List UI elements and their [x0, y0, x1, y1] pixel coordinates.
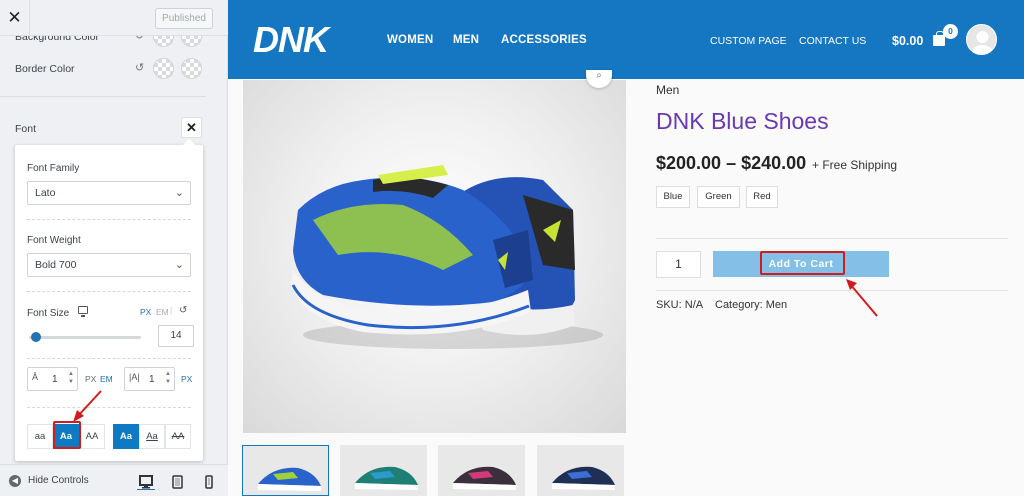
font-family-select[interactable]: Lato ⌄ — [27, 181, 191, 205]
publish-button[interactable]: Published — [155, 8, 213, 29]
shoe-thumbnail-image — [243, 446, 328, 495]
nav-men[interactable]: MEN — [453, 34, 479, 46]
quantity-input[interactable]: 1 — [656, 251, 701, 278]
border-hover-color-swatch[interactable] — [181, 58, 202, 79]
product-thumbnail[interactable] — [537, 445, 624, 496]
sku-value: N/A — [684, 299, 704, 311]
product-thumbnail[interactable] — [242, 445, 329, 496]
customizer-footer: ◀ Hide Controls — [0, 464, 228, 496]
divider — [656, 290, 1008, 291]
unit-px-button[interactable]: PX — [140, 307, 151, 317]
nav-contact-us[interactable]: CONTACT US — [799, 35, 866, 47]
slider-handle[interactable] — [30, 332, 41, 342]
border-color-swatch[interactable] — [153, 58, 174, 79]
font-settings-panel: Font Family Lato ⌄ Font Weight Bold 700 … — [15, 139, 203, 461]
shoe-thumbnail-image — [340, 445, 427, 496]
border-color-label: Border Color — [15, 63, 75, 75]
nav-women[interactable]: WOMEN — [387, 34, 433, 46]
variation-red[interactable]: Red — [746, 186, 778, 208]
variation-blue[interactable]: Blue — [656, 186, 690, 208]
stepper-arrows-icon[interactable]: ▲ ▼ — [165, 370, 171, 386]
strikethrough-button[interactable]: AA — [165, 424, 191, 449]
unit-separator: | — [170, 305, 173, 315]
nav-custom-page[interactable]: CUSTOM PAGE — [710, 35, 787, 47]
lowercase-button[interactable]: aa — [27, 424, 53, 449]
avatar[interactable] — [966, 24, 997, 55]
stepper-arrows-icon[interactable]: ▲ ▼ — [68, 370, 74, 386]
font-size-input[interactable]: 14 — [158, 325, 194, 347]
font-weight-value: Bold 700 — [35, 259, 77, 271]
underline-button[interactable]: Aa — [139, 424, 165, 449]
nav-accessories[interactable]: ACCESSORIES — [501, 34, 587, 46]
letter-spacing-stepper[interactable]: |A| 1 ▲ ▼ — [124, 367, 175, 391]
category-link[interactable]: Men — [766, 299, 787, 311]
highlight-box — [53, 421, 81, 449]
tablet-icon[interactable] — [166, 474, 188, 490]
line-height-value: 1 — [52, 374, 58, 385]
divider — [656, 238, 1008, 239]
hide-controls-button[interactable]: Hide Controls — [28, 475, 89, 486]
collapse-icon[interactable]: ◀ — [9, 475, 21, 487]
letter-spacing-value: 1 — [149, 374, 155, 385]
site-header: DNK WOMEN MEN ACCESSORIES CUSTOM PAGE CO… — [228, 0, 1024, 79]
shoe-thumbnail-image — [438, 445, 525, 496]
font-size-slider[interactable] — [29, 336, 141, 339]
font-size-label: Font Size — [27, 308, 70, 319]
font-close-icon[interactable]: ✕ — [181, 117, 202, 138]
product-thumbnail[interactable] — [340, 445, 427, 496]
shipping-note: + Free Shipping — [812, 158, 898, 172]
variation-green[interactable]: Green — [697, 186, 740, 208]
letter-spacing-icon: |A| — [129, 372, 140, 382]
shoe-image — [291, 165, 603, 349]
section-divider — [0, 96, 206, 97]
font-family-label: Font Family — [27, 163, 80, 174]
cart-count-badge: 0 — [943, 24, 958, 39]
category-line: Category: Men — [715, 299, 787, 311]
text-decoration-group: Aa Aa AA — [113, 424, 191, 449]
line-height-unit-em[interactable]: EM — [100, 374, 113, 384]
no-decoration-button[interactable]: Aa — [113, 424, 139, 449]
reset-icon[interactable]: ↺ — [135, 61, 144, 74]
site-preview: DNK WOMEN MEN ACCESSORIES CUSTOM PAGE CO… — [228, 0, 1024, 496]
font-family-value: Lato — [35, 187, 56, 199]
desktop-icon[interactable] — [78, 306, 88, 317]
border-color-row: Border Color ↺ — [15, 58, 215, 80]
category-label: Category: — [715, 299, 763, 311]
desktop-icon[interactable] — [135, 474, 157, 490]
font-section-label: Font — [15, 123, 37, 135]
site-logo[interactable]: DNK — [253, 19, 329, 61]
font-weight-select[interactable]: Bold 700 ⌄ — [27, 253, 191, 277]
chevron-down-icon: ⌄ — [174, 187, 184, 199]
product-category-crumb[interactable]: Men — [656, 83, 679, 97]
font-weight-label: Font Weight — [27, 235, 81, 246]
user-icon — [967, 25, 996, 54]
line-height-unit-px[interactable]: PX — [85, 374, 96, 384]
line-height-icon: Ā — [32, 372, 39, 382]
separator — [27, 407, 191, 408]
chevron-down-icon: ⌄ — [174, 259, 184, 271]
cart-icon[interactable] — [933, 31, 945, 46]
product-thumbnail[interactable] — [438, 445, 525, 496]
highlight-box — [760, 251, 845, 275]
product-price: $200.00 – $240.00 — [656, 153, 807, 173]
separator — [27, 358, 191, 359]
line-height-stepper[interactable]: Ā 1 ▲ ▼ — [27, 367, 78, 391]
mobile-icon[interactable] — [198, 474, 220, 490]
unit-em-button[interactable]: EM — [156, 307, 169, 317]
cart-total[interactable]: $0.00 — [892, 34, 923, 48]
panel-pointer — [183, 139, 195, 145]
sku-label: SKU: — [656, 299, 682, 311]
shoe-thumbnail-image — [537, 445, 624, 496]
reset-icon[interactable]: ↺ — [179, 305, 187, 316]
customizer-header: ✕ Published — [0, 0, 228, 36]
letter-spacing-unit-px[interactable]: PX — [181, 374, 192, 384]
separator — [27, 291, 191, 292]
product-title: DNK Blue Shoes — [656, 108, 829, 134]
uppercase-button[interactable]: AA — [79, 424, 105, 449]
customizer-sidebar: Background Color ↺ ✕ Published Border Co… — [0, 0, 228, 496]
product-main-image[interactable] — [243, 80, 626, 433]
close-icon[interactable]: ✕ — [0, 0, 30, 36]
separator — [27, 219, 191, 220]
sku-line: SKU: N/A — [656, 299, 703, 311]
